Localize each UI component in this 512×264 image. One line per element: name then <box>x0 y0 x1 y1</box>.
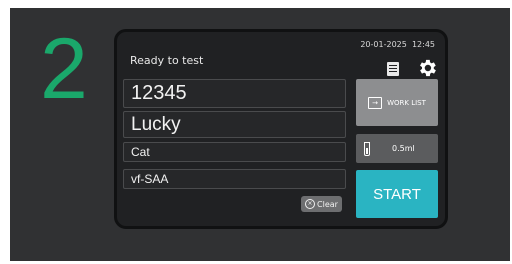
log-icon[interactable] <box>387 62 399 76</box>
test-type-field[interactable]: vf-SAA <box>123 169 346 189</box>
patient-name-field[interactable]: Lucky <box>123 111 346 138</box>
step-number-label: 2 <box>40 21 88 117</box>
worklist-button[interactable]: → WORK LIST <box>356 79 438 126</box>
sample-id-field[interactable]: 12345 <box>123 79 346 108</box>
clear-icon: × <box>305 199 316 209</box>
status-text: Ready to test <box>130 54 204 67</box>
time-text: 12:45 <box>411 40 435 49</box>
settings-icon[interactable] <box>416 57 438 79</box>
login-arrow-icon: → <box>368 96 383 109</box>
volume-label: 0.5ml <box>392 144 415 153</box>
touch-screen: Ready to test 20-01-2025 12:45 12345 Luc… <box>114 29 448 229</box>
date-text: 20-01-2025 <box>360 40 407 49</box>
device-panel: 2 Ready to test 20-01-2025 12:45 12345 L… <box>10 8 510 261</box>
species-field[interactable]: Cat <box>123 142 346 162</box>
worklist-button-label: WORK LIST <box>387 98 426 107</box>
test-tube-icon <box>364 141 370 156</box>
start-button[interactable]: START <box>356 170 438 218</box>
sample-volume-button[interactable]: 0.5ml <box>356 134 438 163</box>
datetime: 20-01-2025 12:45 <box>360 40 435 49</box>
clear-button[interactable]: × Clear <box>301 196 342 212</box>
clear-button-label: Clear <box>317 199 338 209</box>
